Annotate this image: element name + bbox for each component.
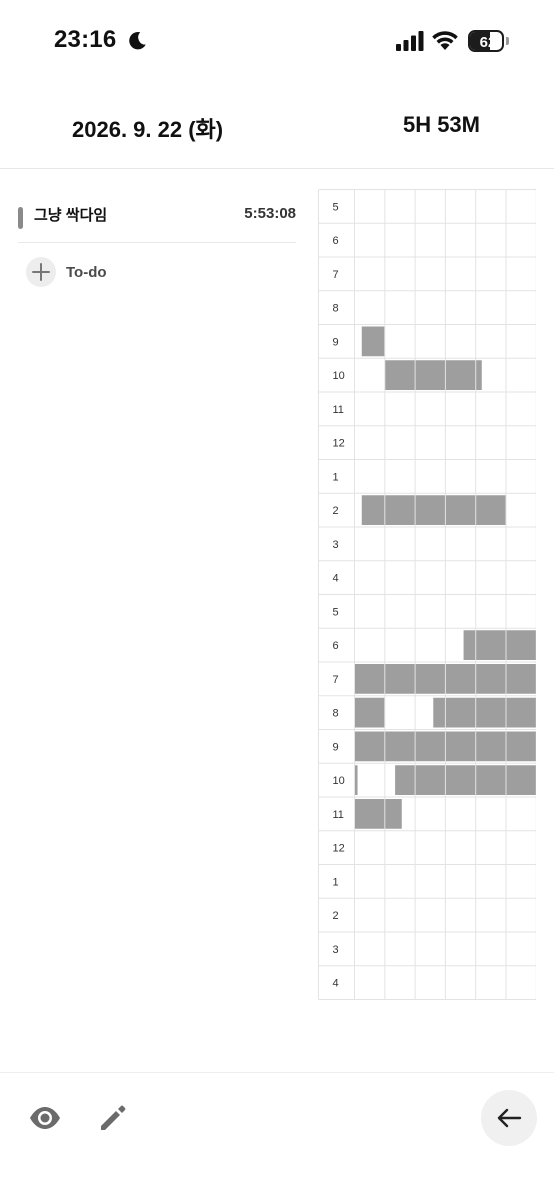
timetable-block <box>354 697 385 728</box>
total-study-time: 5H 53M <box>402 112 480 137</box>
hour-label: 9 <box>333 741 339 753</box>
hour-label: 7 <box>333 269 339 281</box>
hour-label: 2 <box>333 910 339 922</box>
date-title[interactable]: 2026. 9. 22 (화) <box>72 112 223 144</box>
subject-color-bar <box>18 207 23 229</box>
hour-label: 2 <box>333 505 339 517</box>
hour-label: 11 <box>333 404 344 416</box>
hour-label: 1 <box>333 876 339 888</box>
todo-label: To-do <box>66 263 107 281</box>
hour-label: 10 <box>333 775 345 787</box>
hour-label: 3 <box>333 944 339 956</box>
hour-label: 12 <box>333 843 345 855</box>
subject-row[interactable]: 그냥 싹다임 5:53:08 <box>18 190 296 243</box>
moon-icon <box>129 31 146 50</box>
subject-name: 그냥 싹다임 <box>34 207 108 224</box>
hour-label: 8 <box>333 303 339 315</box>
hour-label: 5 <box>333 606 339 618</box>
eye-icon[interactable] <box>28 1104 62 1132</box>
timetable-grid: 567891011121234567891011121234 <box>318 189 536 1000</box>
status-bar: 23:16 62 <box>0 0 554 84</box>
timetable-block <box>354 799 402 829</box>
hour-label: 12 <box>333 438 345 450</box>
timetable-block <box>463 630 536 660</box>
add-todo-button[interactable]: To-do <box>26 256 107 288</box>
hour-label: 8 <box>333 708 339 720</box>
wifi-icon <box>432 31 458 50</box>
hour-label: 11 <box>333 809 344 821</box>
pencil-icon[interactable] <box>97 1102 129 1134</box>
timetable-block <box>433 697 536 728</box>
page-header: 2026. 9. 22 (화) 5H 53M <box>0 84 554 169</box>
battery-icon: 62 <box>468 30 510 52</box>
hour-label: 6 <box>333 640 339 652</box>
plus-icon <box>26 257 56 287</box>
timetable: 5 6 7 8 9 10 11 12 1 2 3 4 5 6 7 8 9 10 11 12 1 2 3 4 <box>318 189 536 1002</box>
timetable-block <box>384 360 482 390</box>
hour-label: 4 <box>333 978 339 990</box>
cellular-signal-icon <box>396 31 424 51</box>
timetable-block <box>361 495 506 525</box>
hour-label: 9 <box>333 336 339 348</box>
timetable-block <box>361 326 385 357</box>
back-button[interactable] <box>481 1090 537 1146</box>
arrow-left-icon <box>497 1108 522 1128</box>
hour-label: 3 <box>333 539 339 551</box>
status-time: 23:16 <box>54 26 117 53</box>
timetable-block <box>395 765 536 795</box>
hour-label: 4 <box>333 573 339 585</box>
hour-label: 1 <box>333 471 339 483</box>
subject-time: 5:53:08 <box>244 205 296 222</box>
hour-label: 6 <box>333 235 339 247</box>
battery-level: 62 <box>479 34 497 51</box>
hour-label: 5 <box>333 201 339 213</box>
bottom-bar <box>0 1072 554 1200</box>
hour-label: 10 <box>333 370 345 382</box>
hour-label: 7 <box>333 674 339 686</box>
